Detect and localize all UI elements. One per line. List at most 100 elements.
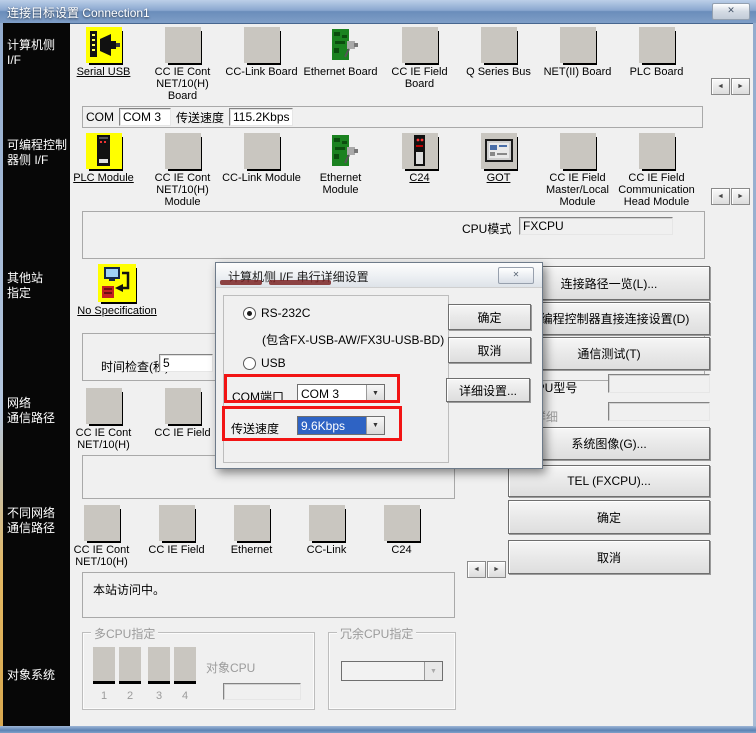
icon-label: Ethernet [231,544,273,556]
scroll-left-button[interactable]: ◄ [711,188,730,205]
scroll-right-button[interactable]: ► [731,188,750,205]
icon-label: Ethernet Module [301,172,380,196]
icon-label: Serial USB [77,66,131,78]
cpu-slot-1-button [93,647,115,684]
button-label: 通信测试(T) [577,345,640,362]
cpu-slot-2-button [119,647,141,684]
scroll-right-button[interactable]: ► [487,561,506,578]
scroll-left-button[interactable]: ◄ [711,78,730,95]
usb-label: USB [261,356,286,370]
cpu-slot-4-button [174,647,196,684]
cpu-slot-3-label: 3 [148,690,170,702]
q-series-bus-icon [481,27,517,63]
button-label: 取消 [597,549,621,566]
annotation-mark [220,280,262,285]
plc-if-ethernet-module[interactable]: Ethernet Module [301,133,380,208]
plc-if-c24[interactable]: C24 [380,133,459,208]
network-route-icon-row: CC IE Cont NET/10(H) CC IE Field [64,388,222,451]
icon-label: CC IE Field Master/Local Module [538,172,617,208]
time-check-input[interactable]: 5 [159,354,213,372]
dialog-cancel-button[interactable]: 取消 [448,337,531,363]
target-cpu-label: 对象CPU [206,659,255,676]
icon-label: Q Series Bus [466,66,531,78]
plc-if-plc-module[interactable]: PLC Module [64,133,143,208]
scroll-left-button[interactable]: ◄ [467,561,486,578]
ok-button[interactable]: 确定 [508,500,710,534]
cancel-button[interactable]: 取消 [508,540,710,574]
usb-radio[interactable] [243,357,256,370]
pc-if-net2-board[interactable]: NET(II) Board [538,27,617,102]
arrow-left-icon: ◄ [473,566,480,573]
ethernet-module-icon [323,133,359,169]
arrow-right-icon: ► [737,193,744,200]
sidebar-item-co-network-route: 不同网络 通信路径 [7,506,55,536]
cpu-slot-2-label: 2 [119,690,141,702]
icon-label: No Specification [77,305,157,317]
button-label: 连接路径一览(L)... [561,275,658,292]
icon-label: CC IE Field Board [380,66,459,90]
co-net-ethernet[interactable]: Ethernet [214,505,289,568]
net-route-ccie-cont[interactable]: CC IE Cont NET/10(H) [64,388,143,451]
pc-if-ccie-cont-board[interactable]: CC IE Cont NET/10(H) Board [143,27,222,102]
plc-if-scroll: ◄ ► [711,188,750,205]
icon-label: CC IE Field [154,427,210,439]
c24-icon [402,133,438,169]
com-port-annotation-box [224,374,400,403]
plc-if-ccie-field-master[interactable]: CC IE Field Master/Local Module [538,133,617,208]
cpu-slot-4-label: 4 [174,690,196,702]
cc-link-icon [309,505,345,541]
rs232c-radio[interactable] [243,307,256,320]
pc-if-ccie-field-board[interactable]: CC IE Field Board [380,27,459,102]
ethernet-board-icon [323,27,359,63]
co-net-c24[interactable]: C24 [364,505,439,568]
arrow-right-icon: ► [493,566,500,573]
scroll-right-button[interactable]: ► [731,78,750,95]
other-station-no-spec[interactable]: No Specification [64,264,170,317]
co-net-ccie-cont[interactable]: CC IE Cont NET/10(H) [64,505,139,568]
cpu-mode-panel: CPU模式 FXCPU [82,211,705,259]
plc-if-ccie-field-head[interactable]: CC IE Field Communication Head Module [617,133,696,208]
cpu-model-field [608,374,710,393]
icon-label: CC IE Cont NET/10(H) [64,427,143,451]
pc-if-serial-usb[interactable]: Serial USB [64,27,143,102]
plc-if-ccie-cont-module[interactable]: CC IE Cont NET/10(H) Module [143,133,222,208]
pc-if-cclink-board[interactable]: CC-Link Board [222,27,301,102]
multi-cpu-group: 多CPU指定 1 2 3 4 对象CPU [82,632,315,710]
rs232c-note: (包含FX-USB-AW/FX3U-USB-BD) [262,331,444,348]
dialog-detail-setup-button[interactable]: 详细设置... [446,378,530,402]
redundant-cpu-group: 冗余CPU指定 ▼ [328,632,456,710]
speed-annotation-box [222,406,402,441]
dialog-close-button[interactable]: ✕ [498,267,534,284]
pc-if-ethernet-board[interactable]: Ethernet Board [301,27,380,102]
plc-if-cclink-module[interactable]: CC-Link Module [222,133,301,208]
redundant-cpu-select: ▼ [341,661,443,681]
pc-if-plc-board[interactable]: PLC Board [617,27,696,102]
target-cpu-field [223,683,301,700]
speed-label: 传送速度 [176,109,224,126]
icon-label: C24 [409,172,429,184]
co-net-ccie-field[interactable]: CC IE Field [139,505,214,568]
icon-label: NET(II) Board [544,66,612,78]
plc-if-got[interactable]: GOT [459,133,538,208]
window-title: 连接目标设置 Connection1 [7,4,150,21]
tel-button[interactable]: TEL (FXCPU)... [508,465,710,497]
redundant-cpu-legend: 冗余CPU指定 [337,625,416,642]
net-route-ccie-field[interactable]: CC IE Field [143,388,222,451]
detail-field [608,402,710,421]
multi-cpu-legend: 多CPU指定 [91,625,158,642]
close-icon: ✕ [513,270,520,279]
rs232c-label: RS-232C [261,306,310,320]
co-net-cclink[interactable]: CC-Link [289,505,364,568]
icon-label: CC IE Cont NET/10(H) Board [143,66,222,102]
arrow-right-icon: ► [737,83,744,90]
annotation-mark [269,280,331,285]
net2-board-icon [560,27,596,63]
button-label: 确定 [477,309,501,326]
c24-gray-icon [384,505,420,541]
pc-if-q-series-bus[interactable]: Q Series Bus [459,27,538,102]
button-label: 可编程控制器直接连接设置(D) [529,310,690,327]
dialog-ok-button[interactable]: 确定 [448,304,531,330]
window-frame-bottom [0,726,756,733]
speed-value-field: 115.2Kbps [229,108,293,126]
close-button[interactable]: ✕ [712,3,750,20]
